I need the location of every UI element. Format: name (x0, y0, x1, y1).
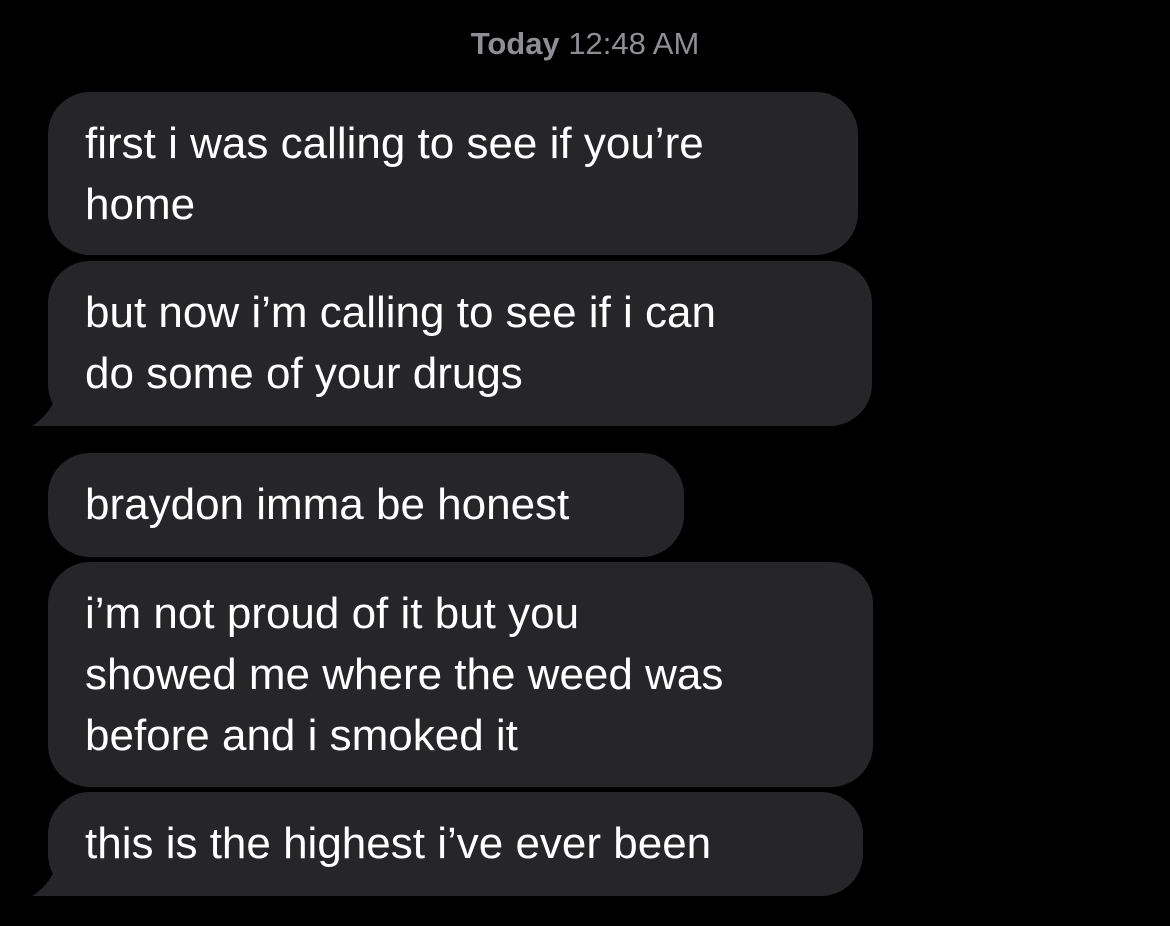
message-bubble[interactable]: but now i’m calling to see if i can do s… (48, 261, 872, 426)
message-line: do some of your drugs (85, 349, 523, 398)
message-bubble[interactable]: first i was calling to see if you’re hom… (48, 92, 858, 255)
message-line: braydon imma be honest (85, 480, 570, 529)
timestamp-time: 12:48 AM (568, 26, 700, 61)
message-line: i’m not proud of it but you (85, 589, 580, 638)
message-bubble[interactable]: i’m not proud of it but you showed me wh… (48, 562, 873, 787)
message-bubble[interactable]: braydon imma be honest (48, 453, 684, 557)
message-line: this is the highest i’ve ever been (85, 819, 712, 868)
message-line: but now i’m calling to see if i can (85, 288, 716, 337)
message-line: home (85, 180, 196, 229)
timestamp-day: Today (470, 26, 560, 61)
message-line: showed me where the weed was (85, 650, 724, 699)
message-line: first i was calling to see if you’re (85, 119, 704, 168)
timestamp-header: Today 12:48 AM (0, 24, 1170, 64)
message-bubble[interactable]: this is the highest i’ve ever been (48, 792, 863, 896)
message-line: before and i smoked it (85, 711, 518, 760)
